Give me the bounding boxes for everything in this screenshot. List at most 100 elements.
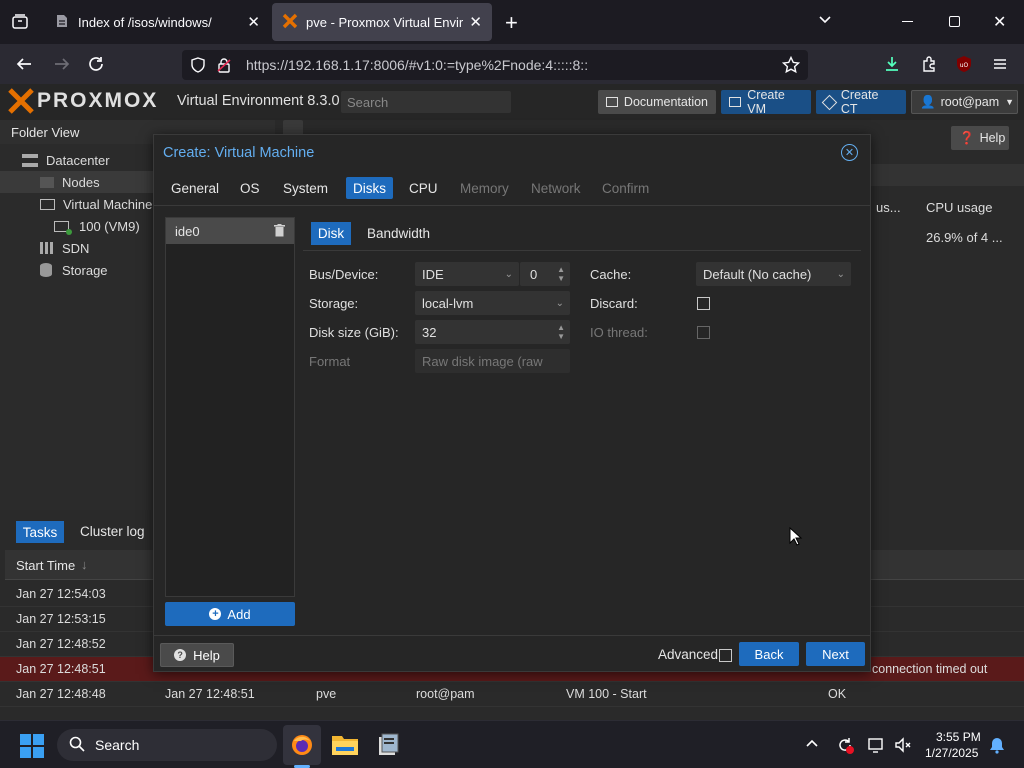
shield-icon[interactable] (190, 57, 208, 73)
lock-warning-icon[interactable] (216, 57, 234, 73)
back-button[interactable]: Back (739, 642, 799, 666)
tab-disks[interactable]: Disks (346, 177, 393, 199)
disk-item-label: ide0 (175, 223, 200, 239)
tab-index-isos[interactable]: Index of /isos/windows/ ✕ (44, 3, 270, 41)
windows-start-icon[interactable] (20, 734, 44, 758)
help-button[interactable]: ❓ Help (951, 126, 1009, 150)
tab-label: pve - Proxmox Virtual Environme (306, 14, 464, 30)
desktop-icon (40, 198, 55, 210)
add-disk-button[interactable]: + Add (165, 602, 295, 626)
cpu-usage-value: 26.9% of 4 ... (926, 230, 1003, 245)
folder-view-label: Folder View (11, 124, 80, 140)
create-ct-button[interactable]: Create CT (816, 88, 906, 116)
url-text[interactable]: https://192.168.1.17:8006/#v1:0:=type%2F… (246, 57, 588, 73)
user-menu-button[interactable]: 👤 root@pam ▼ (911, 90, 1018, 114)
column-header-start-time[interactable]: Start Time (16, 558, 75, 573)
documentation-label: Documentation (623, 95, 708, 109)
disk-size-input[interactable]: 32 ▲ ▼ (415, 320, 570, 344)
sync-alert-icon[interactable] (835, 735, 855, 758)
firefox-taskbar-icon[interactable] (283, 725, 321, 765)
create-ct-label: Create CT (840, 88, 879, 116)
next-button[interactable]: Next (806, 642, 865, 666)
reload-icon[interactable] (84, 52, 108, 76)
table-row[interactable]: Jan 27 12:48:48 Jan 27 12:48:51 pve root… (0, 682, 1024, 707)
search-input[interactable]: Search (341, 91, 511, 113)
tab-tasks[interactable]: Tasks (16, 521, 64, 543)
search-icon (69, 736, 85, 755)
clock-time[interactable]: 3:55 PM (936, 730, 981, 744)
disk-list-item[interactable]: ide0 (166, 218, 294, 244)
network-icon[interactable] (866, 735, 886, 758)
bus-select[interactable]: IDE ⌄ (415, 262, 519, 286)
subtab-disk[interactable]: Disk (311, 222, 351, 245)
device-index-value: 0 (530, 266, 538, 282)
notification-bell-icon[interactable] (988, 736, 1006, 757)
menu-hamburger-icon[interactable] (988, 52, 1012, 76)
volume-muted-icon[interactable] (893, 735, 913, 758)
storage-select[interactable]: local-lvm ⌄ (415, 291, 570, 315)
tab-os[interactable]: OS (233, 177, 267, 199)
tab-cluster-log[interactable]: Cluster log (80, 524, 145, 539)
start-time-cell: Jan 27 12:54:03 (16, 587, 106, 601)
proxmox-header: PROXMOX Virtual Environment 8.3.0 Search… (0, 84, 1024, 120)
downloads-icon[interactable] (880, 52, 904, 76)
ublock-icon[interactable]: uO (952, 52, 976, 76)
storage-value: local-lvm (422, 295, 474, 311)
advanced-checkbox[interactable] (719, 649, 732, 662)
documentation-button[interactable]: Documentation (598, 90, 716, 114)
tab-general[interactable]: General (164, 177, 226, 199)
maximize-icon[interactable] (949, 16, 960, 27)
close-icon[interactable]: ✕ (247, 13, 260, 31)
io-thread-checkbox (697, 326, 710, 339)
svg-text:uO: uO (960, 62, 969, 69)
end-time-cell: Jan 27 12:48:51 (165, 687, 255, 701)
list-tabs-chevron-icon[interactable] (817, 12, 833, 31)
status-cell: OK (828, 687, 847, 701)
help-button[interactable]: ? Help (160, 643, 234, 667)
next-label: Next (822, 646, 849, 662)
file-explorer-icon[interactable] (332, 733, 358, 758)
minimize-icon[interactable] (902, 21, 913, 22)
extensions-icon[interactable] (917, 52, 941, 76)
cache-select[interactable]: Default (No cache) ⌄ (696, 262, 851, 286)
tree-label: Virtual Machine (63, 196, 153, 212)
help-label: Help (979, 131, 1006, 145)
start-time-cell: Jan 27 12:48:51 (16, 662, 106, 676)
disk-size-label: Disk size (GiB): (309, 325, 399, 340)
column-header-partial[interactable]: us... (876, 200, 901, 215)
bookmark-star-icon[interactable] (781, 55, 801, 77)
close-icon[interactable]: ✕ (469, 13, 482, 31)
forward-arrow-icon[interactable] (50, 52, 74, 76)
trash-icon[interactable] (274, 224, 285, 240)
new-tab-icon[interactable]: + (505, 10, 518, 36)
tab-system[interactable]: System (276, 177, 335, 199)
tree-label: Storage (62, 262, 108, 278)
create-vm-label: Create VM (747, 88, 785, 116)
version-label: Virtual Environment 8.3.0 (177, 93, 340, 109)
column-header-cpu-usage[interactable]: CPU usage (926, 200, 992, 215)
tab-overview-icon[interactable] (10, 12, 30, 32)
url-bar[interactable]: https://192.168.1.17:8006/#v1:0:=type%2F… (182, 50, 808, 80)
discard-checkbox[interactable] (697, 297, 710, 310)
spinner-arrows-icon[interactable]: ▲ ▼ (557, 265, 565, 283)
tab-pve[interactable]: pve - Proxmox Virtual Environme ✕ (272, 3, 492, 41)
tree-label: SDN (62, 240, 90, 256)
clock-date[interactable]: 1/27/2025 (925, 746, 978, 760)
tray-chevron-up-icon[interactable] (805, 737, 819, 754)
sort-down-arrow-icon: ↓ (81, 557, 88, 572)
back-arrow-icon[interactable] (12, 52, 36, 76)
subtab-bandwidth[interactable]: Bandwidth (367, 226, 430, 241)
window-close-icon[interactable]: ✕ (993, 12, 1006, 32)
tab-label: OS (240, 180, 260, 196)
close-icon[interactable]: ✕ (841, 144, 858, 161)
create-vm-button[interactable]: Create VM (721, 88, 811, 116)
folder-icon (40, 176, 54, 188)
dialog-footer-divider (154, 635, 870, 636)
tree-label: Nodes (62, 174, 100, 190)
disk-size-value: 32 (422, 324, 437, 340)
taskbar-search-box[interactable]: Search (57, 729, 277, 761)
device-index-spinner[interactable]: 0 ▲ ▼ (520, 262, 570, 286)
spinner-arrows-icon[interactable]: ▲ ▼ (557, 323, 565, 341)
app-taskbar-icon[interactable] (376, 733, 400, 760)
tab-cpu[interactable]: CPU (402, 177, 445, 199)
